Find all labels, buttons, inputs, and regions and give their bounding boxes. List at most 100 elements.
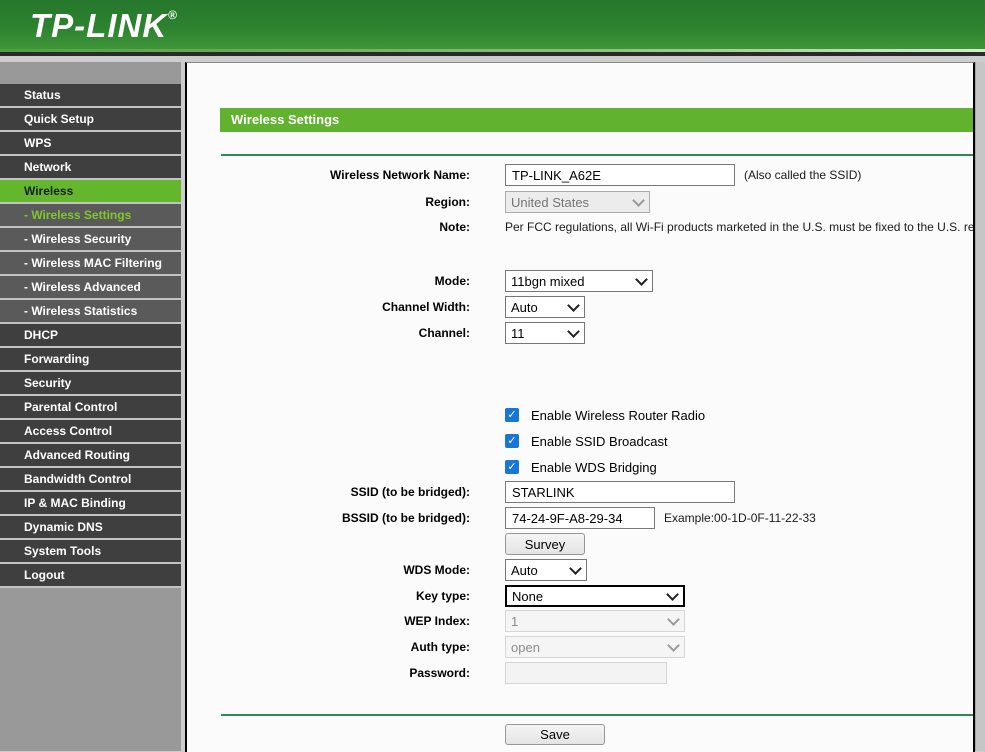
wep-index-select-value: 1: [511, 613, 519, 629]
ssid-bridged-label: SSID (to be bridged):: [350, 485, 470, 499]
enable-radio-label: Enable Wireless Router Radio: [531, 407, 706, 423]
sidebar-item-logout[interactable]: Logout: [0, 564, 181, 588]
bssid-example-hint: Example:00-1D-0F-11-22-33: [664, 511, 816, 525]
wep-index-label: WEP Index:: [404, 614, 470, 628]
key-type-label: Key type:: [415, 589, 470, 603]
mode-label: Mode:: [434, 274, 470, 288]
ssid-bridged-input[interactable]: [505, 481, 735, 503]
channel-width-label: Channel Width:: [382, 300, 470, 314]
sidebar-item-advanced-routing[interactable]: Advanced Routing: [0, 444, 181, 468]
chevron-down-icon: [567, 298, 580, 312]
sidebar-item-system-tools[interactable]: System Tools: [0, 540, 181, 564]
note-text: Per FCC regulations, all Wi-Fi products …: [505, 220, 975, 234]
wds-mode-select[interactable]: Auto: [505, 559, 587, 581]
survey-button[interactable]: Survey: [505, 533, 585, 555]
network-name-row: Wireless Network Name: (Also called the …: [187, 164, 973, 186]
auth-type-label: Auth type:: [410, 640, 470, 654]
sidebar-item-wireless-security[interactable]: - Wireless Security: [0, 228, 181, 252]
tp-link-logo-text: TP-LINK: [30, 7, 168, 44]
enable-wds-bridging-label: Enable WDS Bridging: [531, 459, 657, 475]
header: TP-LINK®: [0, 0, 985, 52]
region-row: Region: United States: [187, 191, 973, 213]
password-row: Password:: [187, 662, 973, 684]
sidebar-item-status[interactable]: Status: [0, 84, 181, 108]
bssid-bridged-input[interactable]: [505, 507, 655, 529]
key-type-select[interactable]: None: [505, 585, 685, 607]
network-name-input[interactable]: [505, 164, 735, 186]
radio-checkbox-row: ✓ Enable Wireless Router Radio: [187, 404, 973, 426]
wds-mode-label: WDS Mode:: [403, 563, 470, 577]
tp-link-logo: TP-LINK®: [30, 7, 178, 45]
survey-row: Survey: [187, 533, 973, 555]
sidebar: Status Quick Setup WPS Network Wireless - Wir…: [0, 62, 181, 751]
channel-label: Channel:: [418, 326, 470, 340]
main-content: Wireless Settings Wireless Network Name:…: [185, 62, 975, 752]
region-select: United States: [505, 191, 650, 213]
region-select-value: United States: [511, 194, 590, 210]
network-name-hint: (Also called the SSID): [744, 168, 862, 182]
auth-type-select-value: open: [511, 639, 540, 655]
wep-index-select: 1: [505, 610, 685, 632]
sidebar-item-forwarding[interactable]: Forwarding: [0, 348, 181, 372]
channel-select[interactable]: 11: [505, 322, 585, 344]
mode-select[interactable]: 11bgn mixed: [505, 270, 653, 292]
enable-ssid-broadcast-label: Enable SSID Broadcast: [531, 433, 668, 449]
sidebar-item-access-control[interactable]: Access Control: [0, 420, 181, 444]
channel-select-value: 11: [511, 325, 525, 341]
enable-ssid-broadcast-checkbox[interactable]: ✓: [505, 434, 519, 448]
region-label: Region:: [425, 195, 470, 209]
sidebar-item-wireless-advanced[interactable]: - Wireless Advanced: [0, 276, 181, 300]
save-button[interactable]: Save: [505, 724, 605, 745]
mode-select-value: 11bgn mixed: [511, 273, 585, 289]
header-sheen: [0, 49, 985, 52]
channel-width-row: Channel Width: Auto: [187, 296, 973, 318]
ssid-bridged-row: SSID (to be bridged):: [187, 481, 973, 503]
key-type-row: Key type: None: [187, 584, 973, 608]
auth-type-select: open: [505, 636, 685, 658]
key-type-select-value: None: [512, 588, 544, 604]
sidebar-item-wireless-mac-filtering[interactable]: - Wireless MAC Filtering: [0, 252, 181, 276]
sidebar-item-security[interactable]: Security: [0, 372, 181, 396]
bssid-bridged-label: BSSID (to be bridged):: [342, 511, 470, 525]
sidebar-item-wireless-settings[interactable]: - Wireless Settings: [0, 204, 181, 228]
top-divider: [221, 154, 973, 156]
mode-row: Mode: 11bgn mixed: [187, 270, 973, 292]
chevron-down-icon: [667, 612, 680, 626]
channel-row: Channel: 11: [187, 322, 973, 344]
wds-mode-row: WDS Mode: Auto: [187, 559, 973, 581]
wep-index-row: WEP Index: 1: [187, 610, 973, 632]
sidebar-item-wireless-statistics[interactable]: - Wireless Statistics: [0, 300, 181, 324]
enable-radio-checkbox[interactable]: ✓: [505, 408, 519, 422]
password-label: Password:: [409, 666, 470, 680]
enable-wds-bridging-checkbox[interactable]: ✓: [505, 460, 519, 474]
channel-width-select[interactable]: Auto: [505, 296, 585, 318]
ssid-broadcast-checkbox-row: ✓ Enable SSID Broadcast: [187, 430, 973, 452]
chevron-down-icon: [666, 587, 679, 601]
registered-mark: ®: [168, 8, 178, 22]
page-body: Status Quick Setup WPS Network Wireless - Wir…: [0, 56, 985, 752]
sidebar-item-dhcp[interactable]: DHCP: [0, 324, 181, 348]
chevron-down-icon: [569, 561, 582, 575]
chevron-down-icon: [567, 324, 580, 338]
sidebar-item-ip-mac-binding[interactable]: IP & MAC Binding: [0, 492, 181, 516]
chevron-down-icon: [667, 638, 680, 652]
sidebar-item-wps[interactable]: WPS: [0, 132, 181, 156]
sidebar-item-dynamic-dns[interactable]: Dynamic DNS: [0, 516, 181, 540]
note-row: Note: Per FCC regulations, all Wi-Fi pro…: [187, 216, 973, 238]
note-label: Note:: [439, 220, 470, 234]
bottom-divider: [221, 714, 973, 716]
sidebar-item-quick-setup[interactable]: Quick Setup: [0, 108, 181, 132]
page-title: Wireless Settings: [220, 108, 973, 132]
auth-type-row: Auth type: open: [187, 636, 973, 658]
sidebar-item-wireless[interactable]: Wireless: [0, 180, 181, 204]
password-input: [505, 662, 667, 684]
vertical-scrollbar[interactable]: [975, 62, 985, 751]
chevron-down-icon: [632, 193, 645, 207]
wds-bridging-checkbox-row: ✓ Enable WDS Bridging: [187, 456, 973, 478]
sidebar-item-network[interactable]: Network: [0, 156, 181, 180]
chevron-down-icon: [635, 272, 648, 286]
network-name-label: Wireless Network Name:: [330, 168, 470, 182]
sidebar-item-parental-control[interactable]: Parental Control: [0, 396, 181, 420]
sidebar-item-bandwidth-control[interactable]: Bandwidth Control: [0, 468, 181, 492]
channel-width-select-value: Auto: [511, 299, 538, 315]
